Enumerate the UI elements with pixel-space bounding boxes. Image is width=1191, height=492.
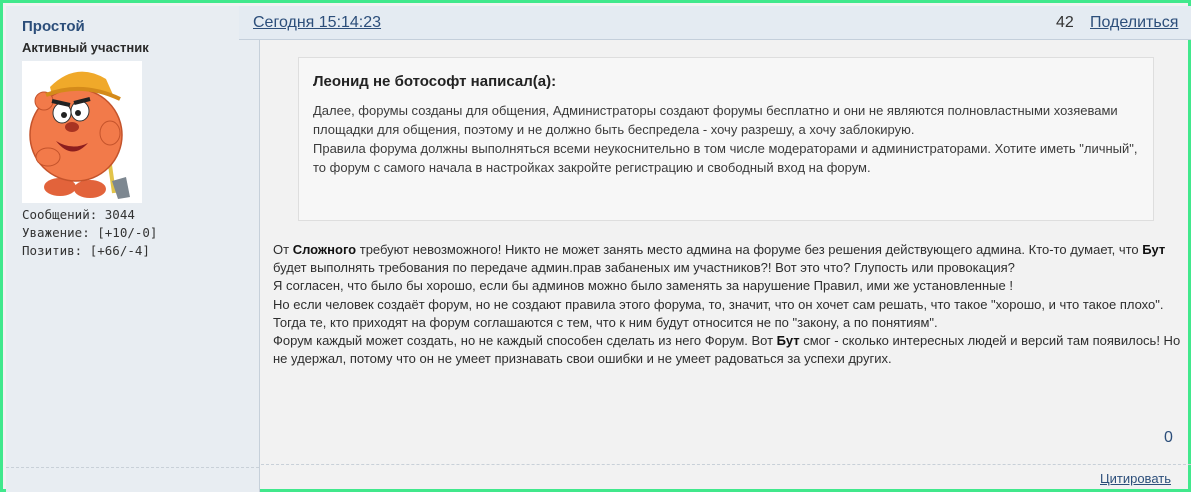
author-name[interactable]: Простой (22, 18, 85, 35)
sidebar-divider (6, 467, 259, 468)
quote-paragraph: Далее, форумы созданы для общения, Админ… (313, 103, 1118, 137)
author-positive[interactable]: Позитив: [+66/-4] (22, 242, 157, 260)
post-paragraph: Я согласен, что было бы хорошо, если бы … (273, 278, 1013, 294)
post-date-link[interactable]: Сегодня 15:14:23 (253, 14, 381, 32)
mention-but: Бут (776, 333, 800, 349)
author-posts-count: Сообщений: 3044 (22, 207, 135, 222)
avatar-character-icon (29, 71, 130, 199)
author-sidebar: Простой Активный участник Сообщений: 304… (6, 6, 260, 492)
post-number: 42 (1056, 14, 1074, 31)
post-body: От Сложного требуют невозможного! Никто … (273, 241, 1181, 368)
mention-slozhny: Сложного (292, 242, 357, 257)
quote-block: Леонид не ботософт написал(а): Далее, фо… (298, 57, 1154, 221)
forum-post: Простой Активный участник Сообщений: 304… (0, 0, 1191, 492)
quote-text: Далее, форумы созданы для общения, Админ… (313, 101, 1143, 177)
author-respect[interactable]: Уважение: [+10/-0] (22, 224, 157, 242)
quote-button[interactable]: Цитировать (1100, 471, 1171, 486)
post-paragraph: Но если человек создаёт форум, но не соз… (273, 296, 1164, 312)
share-link[interactable]: Поделиться (1090, 14, 1178, 32)
avatar (22, 61, 142, 203)
post-header: Сегодня 15:14:23 42 Поделиться (239, 6, 1191, 40)
quote-author: Леонид не ботософт написал(а): (313, 73, 557, 90)
author-stats: Сообщений: 3044 Уважение: [+10/-0] Позит… (22, 206, 157, 260)
likes-count[interactable]: 0 (1164, 429, 1173, 447)
post-paragraph: Тогда те, кто приходят на форум соглашаю… (273, 314, 938, 330)
quote-paragraph: Правила форума должны выполняться всеми … (313, 141, 1138, 175)
post-paragraph: Форум каждый может создать, но не каждый… (273, 333, 1181, 367)
author-title: Активный участник (22, 40, 149, 55)
footer-divider (261, 464, 1191, 465)
mention-but: Бут (1142, 242, 1166, 257)
post-paragraph: От Сложного требуют невозможного! Никто … (273, 242, 1166, 276)
